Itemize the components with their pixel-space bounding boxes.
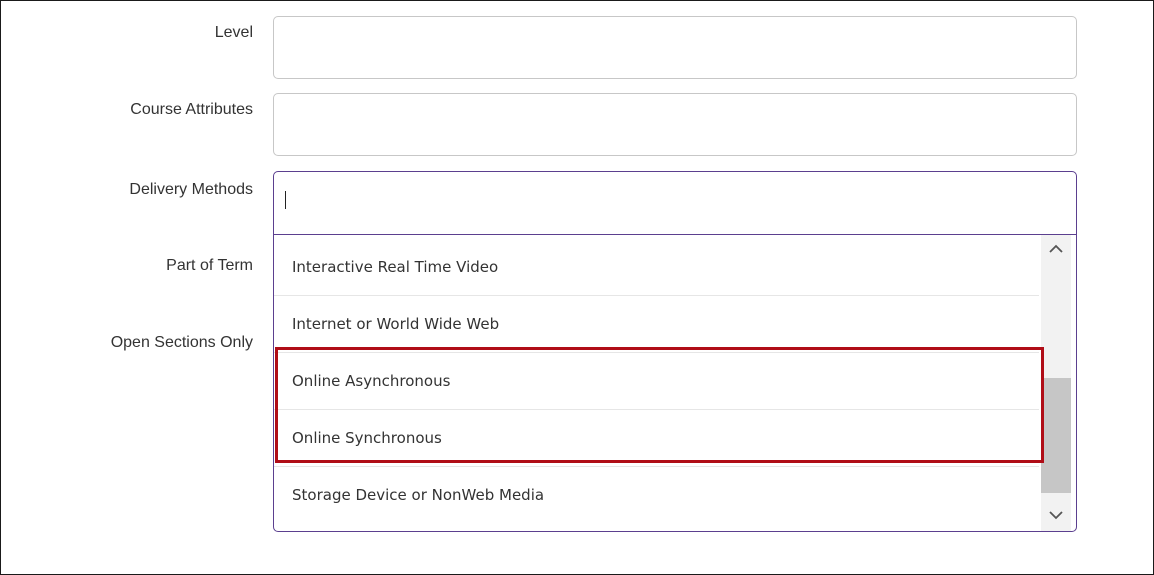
option-online-synchronous[interactable]: Online Synchronous [274, 410, 1039, 467]
delivery-methods-input[interactable] [273, 171, 1077, 235]
delivery-methods-label: Delivery Methods [129, 181, 253, 198]
chevron-up-icon[interactable] [1041, 235, 1071, 265]
level-label: Level [214, 24, 253, 41]
text-cursor [285, 191, 286, 209]
chevron-down-icon[interactable] [1041, 501, 1071, 531]
open-sections-only-label: Open Sections Only [110, 334, 253, 351]
option-internet-or-world-wide-web[interactable]: Internet or World Wide Web [274, 296, 1039, 353]
scroll-thumb[interactable] [1041, 378, 1071, 493]
delivery-methods-dropdown: Interactive Real Time Video Internet or … [273, 235, 1077, 532]
form-panel: Level Course Attributes Delivery Methods… [0, 0, 1154, 575]
course-attributes-input[interactable] [273, 93, 1077, 156]
course-attributes-label: Course Attributes [130, 101, 253, 118]
option-online-asynchronous[interactable]: Online Asynchronous [274, 353, 1039, 410]
option-storage-device-or-nonweb-media[interactable]: Storage Device or NonWeb Media [274, 467, 1039, 524]
part-of-term-label: Part of Term [166, 257, 253, 274]
option-interactive-real-time-video[interactable]: Interactive Real Time Video [274, 239, 1039, 296]
level-input[interactable] [273, 16, 1077, 79]
dropdown-scrollbar[interactable] [1041, 235, 1071, 531]
